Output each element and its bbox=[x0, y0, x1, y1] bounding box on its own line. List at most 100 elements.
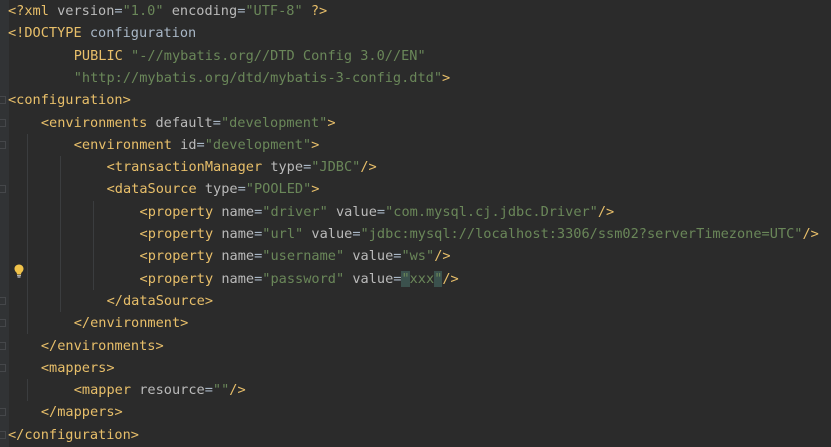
code-line: <!DOCTYPE configuration bbox=[8, 22, 196, 44]
code-token: = bbox=[114, 3, 123, 19]
code-token: = bbox=[352, 226, 361, 242]
code-line: </dataSource> bbox=[107, 290, 213, 312]
code-token: = bbox=[212, 114, 221, 131]
code-token: type bbox=[204, 181, 238, 198]
code-token: = bbox=[204, 382, 213, 399]
indent-guide bbox=[26, 133, 28, 335]
code-line: <property name="driver" value="com.mysql… bbox=[140, 201, 615, 223]
code-token: name bbox=[221, 203, 255, 220]
code-line: <?xml version="1.0" encoding="UTF-8" ?> bbox=[8, 0, 327, 22]
code-token: </environment> bbox=[73, 315, 189, 332]
code-token: <environments bbox=[40, 114, 156, 131]
code-line: <configuration> bbox=[8, 89, 131, 111]
code-line: </mappers> bbox=[41, 401, 123, 423]
code-line: <transactionManager type="JDBC"/> bbox=[107, 156, 377, 178]
code-token: value bbox=[352, 248, 394, 265]
code-editor[interactable]: <?xml version="1.0" encoding="UTF-8" ?> <… bbox=[0, 0, 831, 447]
code-line: "http://mybatis.org/dtd/mybatis-3-config… bbox=[74, 67, 450, 89]
code-token: > bbox=[311, 181, 320, 198]
code-line: <environment id="development"> bbox=[74, 134, 320, 156]
code-token: "development" bbox=[204, 136, 312, 153]
code-token: value bbox=[352, 270, 394, 287]
code-line: <environments default="development"> bbox=[41, 112, 336, 134]
code-line: <property name="password" value="xxx"/> bbox=[140, 268, 459, 290]
code-token: name bbox=[221, 248, 255, 265]
code-token: </dataSource> bbox=[106, 292, 214, 309]
fold-marker-icon[interactable] bbox=[0, 118, 6, 127]
code-token: configuration bbox=[89, 25, 197, 42]
fold-marker-icon[interactable] bbox=[0, 363, 6, 372]
code-token: version bbox=[57, 3, 115, 19]
code-token: /> bbox=[434, 248, 451, 265]
code-token: <property bbox=[139, 203, 222, 220]
fold-marker-icon[interactable] bbox=[0, 408, 6, 417]
code-token: "JDBC" bbox=[311, 159, 361, 176]
code-token: <property bbox=[139, 248, 222, 265]
fold-marker-icon[interactable] bbox=[0, 319, 6, 328]
code-token: value bbox=[335, 203, 377, 220]
code-token: <mapper bbox=[73, 382, 140, 399]
code-token: /> bbox=[229, 382, 246, 399]
indent-guide bbox=[92, 200, 94, 290]
code-token: "jdbc:mysql://localhost:3306/ssm02?serve… bbox=[360, 226, 803, 242]
code-token: "password" bbox=[262, 270, 345, 287]
code-token: ?> bbox=[302, 3, 328, 19]
indent-guide bbox=[59, 156, 61, 313]
code-token: " bbox=[401, 270, 410, 287]
code-token: "driver" bbox=[262, 203, 328, 220]
code-token: </mappers> bbox=[40, 404, 123, 421]
code-token: /> bbox=[802, 226, 819, 242]
code-token: > bbox=[311, 136, 320, 153]
code-token: value bbox=[311, 226, 353, 242]
fold-marker-icon[interactable] bbox=[0, 430, 6, 439]
code-token: "UTF-8" bbox=[245, 3, 303, 19]
code-token: encoding bbox=[171, 3, 238, 19]
code-token: = bbox=[376, 203, 386, 220]
fold-marker-icon[interactable] bbox=[0, 140, 6, 149]
code-token: </environments> bbox=[40, 337, 164, 354]
code-token: resource bbox=[139, 382, 205, 399]
code-line: <mapper resource=""/> bbox=[74, 379, 246, 401]
code-token: "username" bbox=[262, 248, 345, 265]
editor-gutter[interactable] bbox=[0, 0, 9, 447]
code-token: "ws" bbox=[401, 248, 435, 265]
code-token: "" bbox=[212, 382, 230, 399]
code-line: <property name="url" value="jdbc:mysql:/… bbox=[140, 223, 819, 245]
code-token: /> bbox=[360, 159, 377, 176]
code-token: > bbox=[442, 69, 451, 86]
code-token: <property bbox=[139, 270, 222, 287]
code-token: "url" bbox=[262, 226, 304, 242]
code-token: </configuration> bbox=[8, 426, 139, 443]
fold-marker-icon[interactable] bbox=[0, 185, 6, 194]
code-token: > bbox=[327, 114, 336, 131]
code-token: <transactionManager bbox=[106, 159, 271, 176]
code-token: = bbox=[196, 136, 205, 153]
code-token: type bbox=[270, 159, 304, 176]
fold-marker-icon[interactable] bbox=[0, 296, 6, 305]
code-line: </configuration> bbox=[8, 424, 139, 446]
code-token: <mappers> bbox=[40, 359, 115, 376]
code-token: <environment bbox=[73, 136, 181, 153]
fold-marker-icon[interactable] bbox=[0, 96, 6, 105]
code-token: id bbox=[180, 136, 197, 153]
code-token: "development" bbox=[220, 114, 328, 131]
code-token: name bbox=[221, 226, 255, 242]
code-line: <property name="username" value="ws"/> bbox=[140, 245, 451, 267]
code-token: = bbox=[237, 181, 246, 198]
code-token: "http://mybatis.org/dtd/mybatis-3-config… bbox=[73, 69, 443, 86]
code-token: "com.mysql.cj.jdbc.Driver" bbox=[385, 203, 598, 220]
code-token: /> bbox=[442, 270, 459, 287]
indent-guide bbox=[26, 379, 28, 402]
code-token: <?xml bbox=[8, 3, 58, 19]
lightbulb-icon[interactable] bbox=[11, 263, 27, 279]
code-token: <dataSource bbox=[106, 181, 205, 198]
code-token: <!DOCTYPE bbox=[8, 25, 90, 42]
code-token: "POOLED" bbox=[245, 181, 312, 198]
code-line: <mappers> bbox=[41, 357, 115, 379]
code-line: </environment> bbox=[74, 312, 189, 334]
code-token: "1.0" bbox=[122, 3, 164, 19]
fold-marker-icon[interactable] bbox=[0, 341, 6, 350]
code-token: "-//mybatis.org//DTD Config 3.0//EN" bbox=[131, 47, 426, 64]
